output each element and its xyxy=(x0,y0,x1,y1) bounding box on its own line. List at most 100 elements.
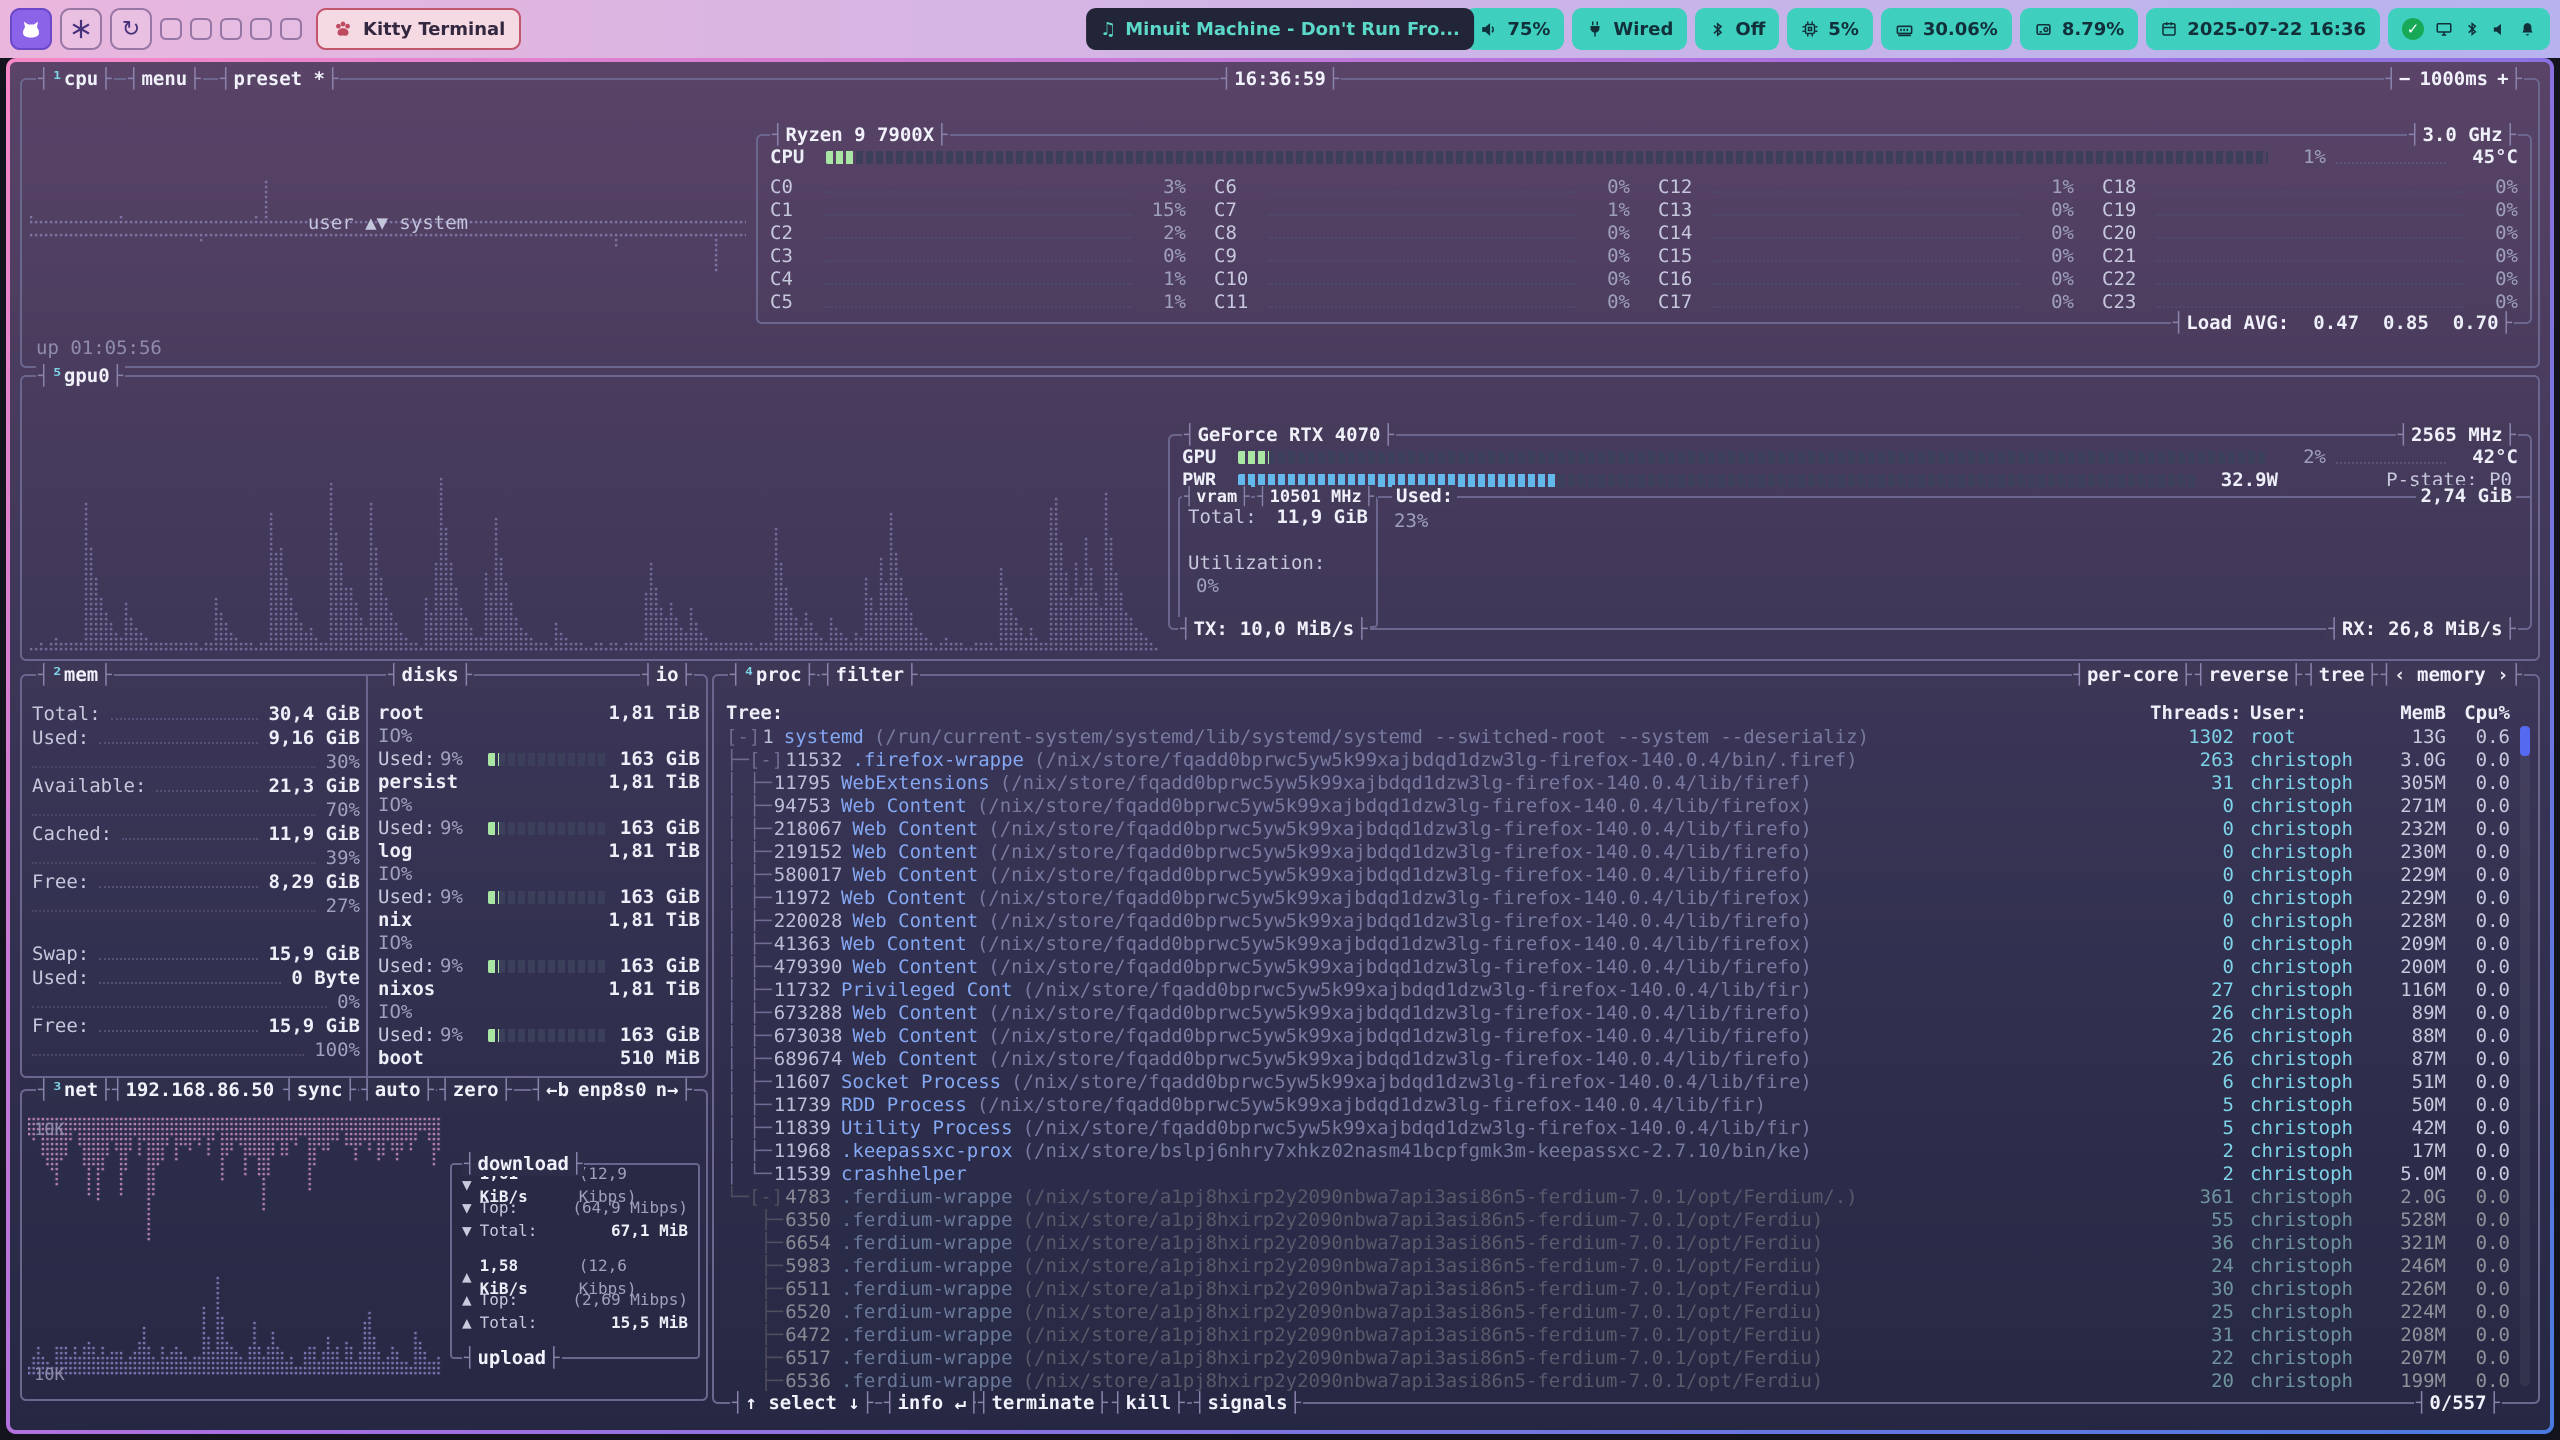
process-row[interactable]: ├─6511.ferdium-wrappe(/nix/store/a1pj8hx… xyxy=(726,1278,2510,1301)
process-row[interactable]: ├─[-]11532.firefox-wrappe(/nix/store/fqa… xyxy=(726,749,2510,772)
proc-box-title[interactable]: ⁴proc xyxy=(728,663,817,687)
keepassxc-tray-icon[interactable]: ✓ xyxy=(2402,18,2424,40)
workspace-empty-2[interactable] xyxy=(190,18,212,40)
tree-branch[interactable]: │ ├─ xyxy=(726,887,772,910)
window-title-chip[interactable]: Kitty Terminal xyxy=(316,8,521,50)
reverse-toggle[interactable]: reverse xyxy=(2193,663,2304,687)
tree-branch[interactable]: │ ├─ xyxy=(726,795,772,818)
network-chip[interactable]: Wired xyxy=(1572,8,1687,50)
workspace-empty-5[interactable] xyxy=(280,18,302,40)
display-tray-icon[interactable] xyxy=(2435,20,2453,38)
process-row[interactable]: ├─6472.ferdium-wrappe(/nix/store/a1pj8hx… xyxy=(726,1324,2510,1347)
process-row[interactable]: │ ├─479390Web Content(/nix/store/fqadd0b… xyxy=(726,956,2510,979)
proc-scrollbar[interactable] xyxy=(2520,726,2530,1386)
process-row[interactable]: │ ├─41363Web Content(/nix/store/fqadd0bp… xyxy=(726,933,2510,956)
process-row[interactable]: ├─6517.ferdium-wrappe(/nix/store/a1pj8hx… xyxy=(726,1347,2510,1370)
media-chip[interactable]: ♫ Minuit Machine - Don't Run Fro... xyxy=(1086,8,1474,50)
next-interface-button[interactable]: n→ xyxy=(656,1079,679,1102)
tree-branch[interactable]: │ ├─ xyxy=(726,1048,772,1071)
cpu-box-title[interactable]: ¹cpu xyxy=(36,67,114,91)
bluetooth-chip[interactable]: Off xyxy=(1695,8,1779,50)
tree-branch[interactable]: │ ├─ xyxy=(726,933,772,956)
tree-branch[interactable]: │ └─ xyxy=(726,1163,772,1186)
cpu-chip[interactable]: 5% xyxy=(1787,8,1873,50)
memory-chip[interactable]: 30.06% xyxy=(1881,8,2012,50)
tree-branch[interactable]: ├─ xyxy=(726,1209,783,1232)
kill-button[interactable]: kill xyxy=(1110,1391,1187,1415)
menu-button[interactable]: menu xyxy=(126,67,203,91)
workspace-kitty[interactable] xyxy=(10,8,52,50)
process-row[interactable]: │ ├─673038Web Content(/nix/store/fqadd0b… xyxy=(726,1025,2510,1048)
process-row[interactable]: │ ├─219152Web Content(/nix/store/fqadd0b… xyxy=(726,841,2510,864)
process-row[interactable]: │ └─11539crashhelper 2 christoph 5.0M 0.… xyxy=(726,1163,2510,1186)
process-row[interactable]: ├─6350.ferdium-wrappe(/nix/store/a1pj8hx… xyxy=(726,1209,2510,1232)
tree-branch[interactable]: ├─ xyxy=(726,1370,783,1393)
tree-branch[interactable]: │ ├─ xyxy=(726,910,772,933)
tree-branch[interactable]: [-] xyxy=(726,726,760,749)
tree-branch[interactable]: │ ├─ xyxy=(726,864,772,887)
terminate-button[interactable]: terminate xyxy=(976,1391,1110,1415)
memory-column-header[interactable]: MemB xyxy=(2366,702,2446,725)
bluetooth-tray-icon[interactable] xyxy=(2464,21,2480,37)
user-column-header[interactable]: User: xyxy=(2234,702,2366,725)
process-row[interactable]: │ ├─689674Web Content(/nix/store/fqadd0b… xyxy=(726,1048,2510,1071)
process-row[interactable]: ├─6654.ferdium-wrappe(/nix/store/a1pj8hx… xyxy=(726,1232,2510,1255)
interval-decrease-button[interactable]: − xyxy=(2399,68,2410,91)
tree-branch[interactable]: │ ├─ xyxy=(726,1025,772,1048)
tree-branch[interactable]: └─[-] xyxy=(726,1186,783,1209)
proc-scrollbar-thumb[interactable] xyxy=(2520,726,2530,756)
tree-branch[interactable]: ├─ xyxy=(726,1347,783,1370)
system-tray[interactable]: ✓ xyxy=(2388,8,2550,50)
process-row[interactable]: ├─6520.ferdium-wrappe(/nix/store/a1pj8hx… xyxy=(726,1301,2510,1324)
signals-button[interactable]: signals xyxy=(1192,1391,1303,1415)
process-row[interactable]: │ ├─220028Web Content(/nix/store/fqadd0b… xyxy=(726,910,2510,933)
select-keys[interactable]: ↑ select ↓ xyxy=(730,1391,875,1415)
process-row[interactable]: │ ├─11972Web Content(/nix/store/fqadd0bp… xyxy=(726,887,2510,910)
tree-branch[interactable]: │ ├─ xyxy=(726,1117,772,1140)
info-button[interactable]: info ↵ xyxy=(882,1391,982,1415)
workspace-refresh[interactable]: ↻ xyxy=(110,8,152,50)
preset-button[interactable]: preset * xyxy=(218,67,340,91)
process-row[interactable]: └─[-]4783.ferdium-wrappe(/nix/store/a1pj… xyxy=(726,1186,2510,1209)
tree-branch[interactable]: │ ├─ xyxy=(726,772,772,795)
tree-branch[interactable]: │ ├─ xyxy=(726,1002,772,1025)
tree-branch[interactable]: │ ├─ xyxy=(726,979,772,1002)
gpu-box-title[interactable]: ⁵gpu0 xyxy=(36,364,125,388)
process-row[interactable]: ├─5983.ferdium-wrappe(/nix/store/a1pj8hx… xyxy=(726,1255,2510,1278)
threads-column-header[interactable]: Threads: xyxy=(2150,702,2234,725)
mem-box-title[interactable]: ²mem xyxy=(36,663,114,687)
process-row[interactable]: │ ├─11607Socket Process(/nix/store/fqadd… xyxy=(726,1071,2510,1094)
net-box-title[interactable]: ³net xyxy=(36,1078,114,1102)
net-zero-toggle[interactable]: zero xyxy=(437,1078,514,1102)
sort-selector[interactable]: ‹ memory › xyxy=(2379,663,2524,687)
tree-branch[interactable]: ├─ xyxy=(726,1278,783,1301)
workspace-empty-4[interactable] xyxy=(250,18,272,40)
tree-column-header[interactable]: Tree: xyxy=(726,702,2150,725)
tree-branch[interactable]: │ ├─ xyxy=(726,1140,772,1163)
process-row[interactable]: │ ├─11795WebExtensions(/nix/store/fqadd0… xyxy=(726,772,2510,795)
volume-chip[interactable]: 75% xyxy=(1465,8,1564,50)
tree-branch[interactable]: ├─ xyxy=(726,1255,783,1278)
net-auto-toggle[interactable]: auto xyxy=(359,1078,436,1102)
disks-title[interactable]: disks xyxy=(386,663,474,687)
clock-chip[interactable]: 2025-07-22 16:36 xyxy=(2146,8,2380,50)
prev-interface-button[interactable]: ←b xyxy=(546,1079,569,1102)
tree-branch[interactable]: │ ├─ xyxy=(726,1094,772,1117)
disk-chip[interactable]: 8.79% xyxy=(2020,8,2138,50)
per-core-toggle[interactable]: per-core xyxy=(2072,663,2194,687)
workspace-empty-3[interactable] xyxy=(220,18,242,40)
process-row[interactable]: ├─6536.ferdium-wrappe(/nix/store/a1pj8hx… xyxy=(726,1370,2510,1393)
tree-branch[interactable]: │ ├─ xyxy=(726,1071,772,1094)
process-row[interactable]: │ ├─11968.keepassxc-prox(/nix/store/bslp… xyxy=(726,1140,2510,1163)
tree-branch[interactable]: ├─ xyxy=(726,1301,783,1324)
tree-branch[interactable]: ├─[-] xyxy=(726,749,783,772)
volume-tray-icon[interactable] xyxy=(2491,21,2508,38)
filter-button[interactable]: filter xyxy=(820,663,920,687)
process-row[interactable]: [-]1systemd(/run/current-system/systemd/… xyxy=(726,726,2510,749)
tree-branch[interactable]: │ ├─ xyxy=(726,841,772,864)
bell-icon[interactable] xyxy=(2519,21,2536,38)
process-row[interactable]: │ ├─580017Web Content(/nix/store/fqadd0b… xyxy=(726,864,2510,887)
cpu-column-header[interactable]: Cpu% xyxy=(2446,702,2510,725)
process-row[interactable]: │ ├─94753Web Content(/nix/store/fqadd0bp… xyxy=(726,795,2510,818)
interval-increase-button[interactable]: + xyxy=(2497,68,2508,91)
